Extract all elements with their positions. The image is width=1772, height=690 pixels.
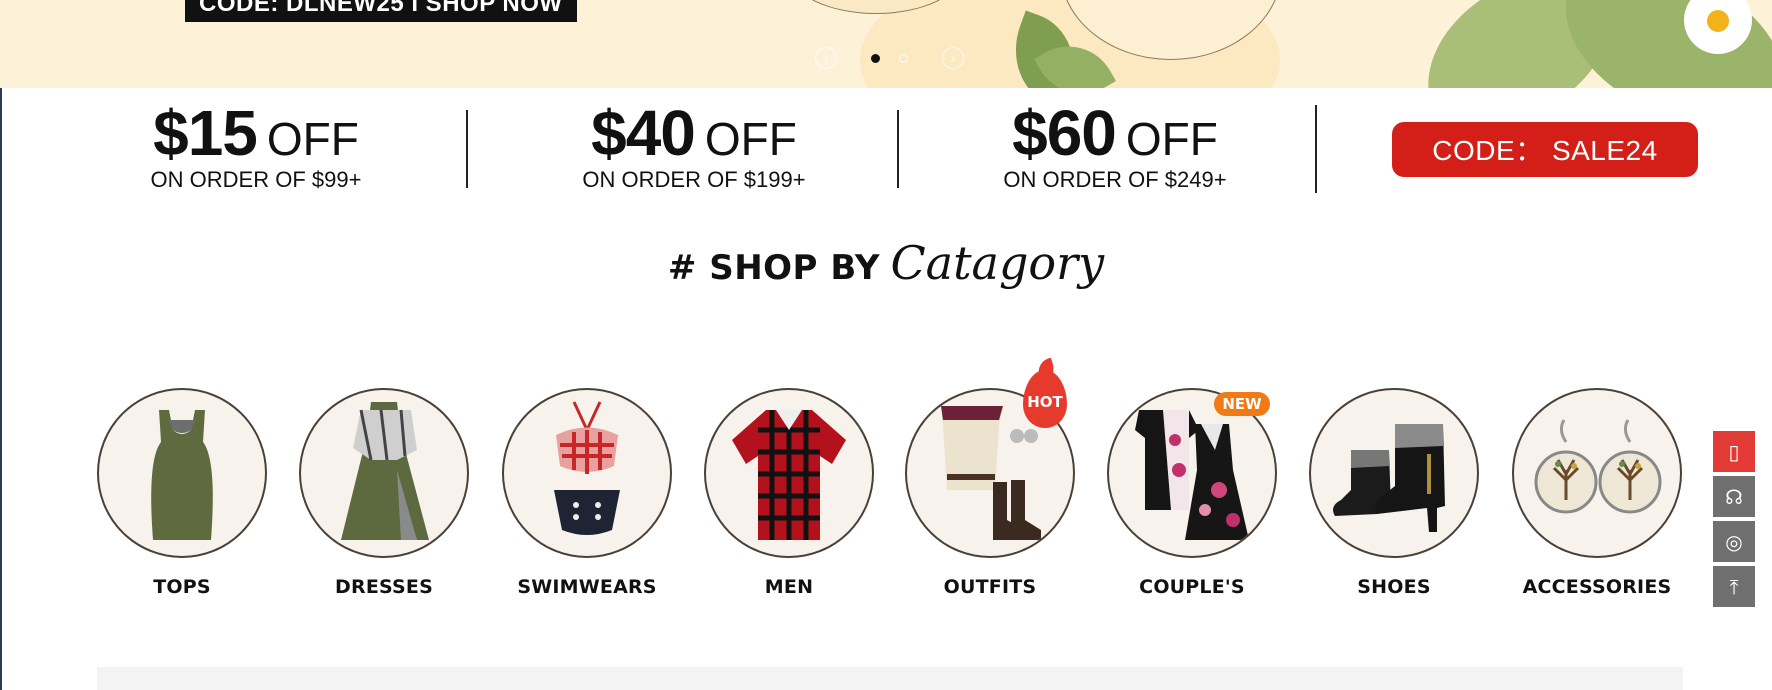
category-label[interactable]: TOPS [97,576,267,598]
cookie-icon: ◎ [1725,529,1743,554]
app-download-button[interactable]: ▯ [1713,431,1755,472]
next-section-preview [97,667,1683,690]
section-title-script: Catagory [890,236,1105,290]
chevron-right-icon: › [950,50,956,66]
category-couples[interactable]: COUPLE'S [1107,388,1277,598]
category-swimwears[interactable]: SWIMWEARS [502,388,672,598]
new-badge: NEW [1214,392,1270,416]
category-image[interactable] [1309,388,1479,558]
section-title: # SHOP BY Catagory [0,236,1772,290]
customer-service-button[interactable]: ☊ [1713,476,1755,517]
category-label[interactable]: SHOES [1309,576,1479,598]
hot-badge: HOT [1023,370,1067,428]
coupon-divider [466,110,468,188]
earrings-icon [1534,419,1662,514]
category-accessories[interactable]: ACCESSORIES [1512,388,1682,598]
slider-next-button[interactable]: › [942,47,964,69]
coupon-60-off[interactable]: $60 OFF ON ORDER OF $249+ [995,98,1235,192]
category-label[interactable]: ACCESSORIES [1512,576,1682,598]
category-dresses[interactable]: DRESSES [299,388,469,598]
coupon-amount: $15 OFF [153,97,359,169]
tank-top-icon [151,410,213,540]
coupon-divider [897,110,899,188]
coupon-40-off[interactable]: $40 OFF ON ORDER OF $199+ [574,98,814,192]
slider-dot-active[interactable] [871,54,880,63]
category-label[interactable]: SWIMWEARS [502,576,672,598]
category-label[interactable]: DRESSES [299,576,469,598]
category-shoes[interactable]: SHOES [1309,388,1479,598]
mobile-phone-icon: ▯ [1728,439,1740,464]
coupon-amount: $40 OFF [591,97,797,169]
hero-promo-code[interactable]: CODE: DLNEW25 I SHOP NOW [185,0,577,22]
category-image[interactable] [1512,388,1682,558]
coupon-divider [1315,105,1317,193]
category-image[interactable] [299,388,469,558]
slider-prev-button[interactable]: ‹ [815,47,837,69]
floating-toolbar: ▯ ☊ ◎ ⤒ [1713,431,1755,611]
category-image[interactable] [704,388,874,558]
category-men[interactable]: MEN [704,388,874,598]
coupon-condition: ON ORDER OF $249+ [1003,167,1227,192]
dress-icon [341,402,429,540]
coupon-condition: ON ORDER OF $199+ [582,167,806,192]
headset-icon: ☊ [1725,484,1743,509]
category-tops[interactable]: TOPS [97,388,267,598]
plaid-shirt-icon [732,410,846,540]
bikini-icon [554,401,620,535]
coupon-code-button[interactable]: CODE： SALE24 [1392,122,1698,177]
category-label[interactable]: MEN [704,576,874,598]
coupon-amount: $60 OFF [1012,97,1218,169]
chevron-left-icon: ‹ [823,50,829,66]
category-image[interactable] [502,388,672,558]
back-to-top-icon: ⤒ [1729,574,1739,599]
hero-banner[interactable]: CODE: DLNEW25 I SHOP NOW ‹ › [0,0,1772,88]
category-label[interactable]: COUPLE'S [1107,576,1277,598]
coupon-condition: ON ORDER OF $99+ [150,167,362,192]
page-edge-line [0,88,2,690]
cookie-settings-button[interactable]: ◎ [1713,521,1755,562]
back-to-top-button[interactable]: ⤒ [1713,566,1755,607]
category-label[interactable]: OUTFITS [905,576,1075,598]
coupon-15-off[interactable]: $15 OFF ON ORDER OF $99+ [136,98,376,192]
slider-dot[interactable] [899,54,908,63]
section-title-prefix: # SHOP BY [667,248,880,288]
ankle-boots-icon [1333,424,1445,532]
category-image[interactable] [97,388,267,558]
